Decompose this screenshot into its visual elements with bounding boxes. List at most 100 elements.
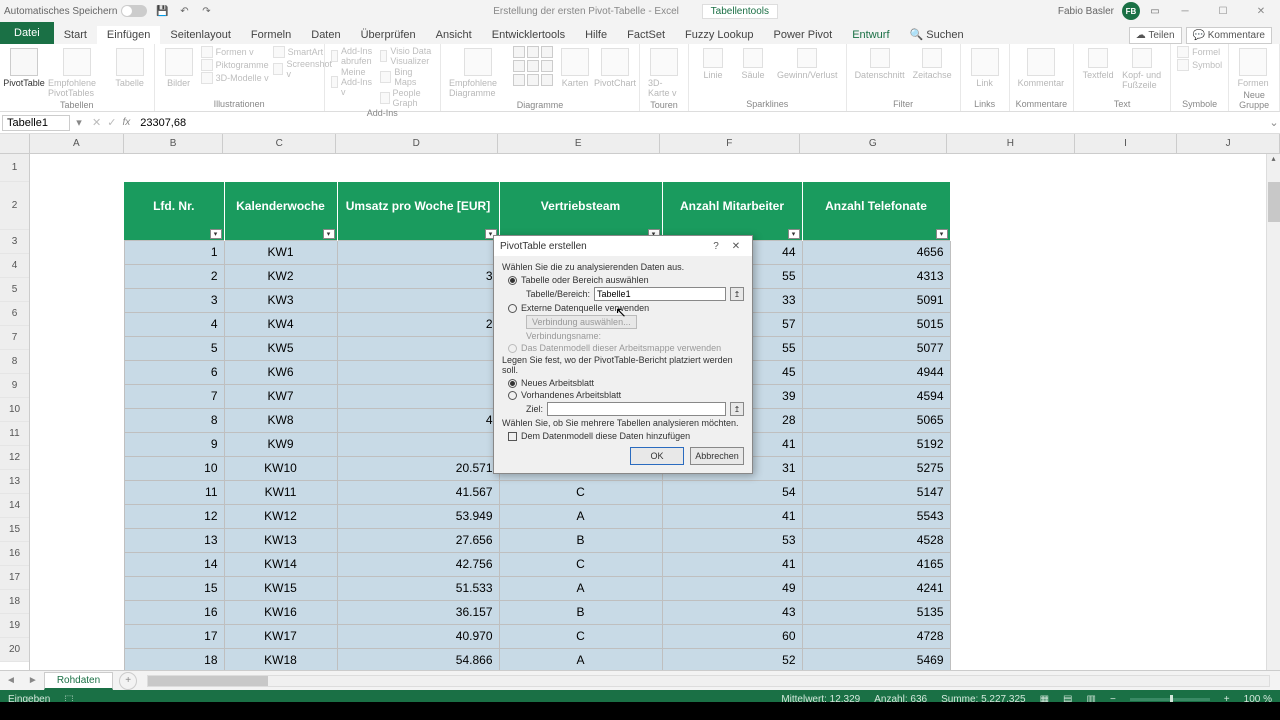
horizontal-scrollbar[interactable] (147, 675, 1270, 687)
tab-factset[interactable]: FactSet (617, 26, 675, 44)
row-header[interactable]: 9 (0, 374, 29, 398)
row-header[interactable]: 20 (0, 638, 29, 662)
row-header[interactable]: 1 (0, 154, 29, 182)
share-button[interactable]: ☁ Teilen (1129, 27, 1182, 44)
col-header[interactable]: E (498, 134, 660, 153)
people-graph-button[interactable]: People Graph (380, 88, 434, 108)
radio-external-source[interactable]: Externe Datenquelle verwenden (508, 303, 744, 313)
slicer-button[interactable]: Datenschnitt (853, 46, 907, 82)
table-row[interactable]: 16KW1636.157 B435135 (30, 600, 997, 624)
redo-icon[interactable]: ↷ (199, 4, 213, 18)
row-header[interactable]: 3 (0, 230, 29, 254)
maximize-button[interactable]: ☐ (1208, 1, 1238, 21)
textbox-button[interactable]: Textfeld (1080, 46, 1116, 82)
row-header[interactable]: 18 (0, 590, 29, 614)
cancel-button[interactable]: Abbrechen (690, 447, 744, 465)
formula-expand-icon[interactable]: ⌄ (1268, 116, 1280, 129)
radio-new-sheet[interactable]: Neues Arbeitsblatt (508, 378, 744, 388)
filter-button[interactable]: ▾ (210, 229, 222, 239)
tab-start[interactable]: Start (54, 26, 97, 44)
table-row[interactable]: 11KW1141.567 C545147 (30, 480, 997, 504)
pictures-button[interactable]: Bilder (161, 46, 197, 90)
tab-fuzzy[interactable]: Fuzzy Lookup (675, 26, 763, 44)
shapes-button[interactable]: Formen v (201, 46, 269, 58)
chart-type-icon[interactable] (513, 46, 525, 58)
screenshot-button[interactable]: Screenshot v (273, 59, 334, 79)
row-header[interactable]: 8 (0, 350, 29, 374)
tab-ansicht[interactable]: Ansicht (426, 26, 482, 44)
pivottable-button[interactable]: PivotTable (6, 46, 42, 90)
row-header[interactable]: 6 (0, 302, 29, 326)
table-row[interactable]: 14KW1442.756 C414165 (30, 552, 997, 576)
col-header[interactable]: H (947, 134, 1075, 153)
fx-icon[interactable]: fx (122, 117, 130, 128)
row-header[interactable]: 17 (0, 566, 29, 590)
table-button[interactable]: Tabelle (112, 46, 148, 90)
radio-table-range[interactable]: Tabelle oder Bereich auswählen (508, 275, 744, 285)
search-tab[interactable]: 🔍 Suchen (900, 25, 974, 44)
recommended-pivot-button[interactable]: Empfohlene PivotTables (46, 46, 108, 100)
tab-seitenlayout[interactable]: Seitenlayout (160, 26, 241, 44)
add-sheet-button[interactable]: + (119, 672, 137, 690)
tab-daten[interactable]: Daten (301, 26, 350, 44)
tab-entwicklertools[interactable]: Entwicklertools (482, 26, 575, 44)
user-avatar[interactable]: FB (1122, 2, 1140, 20)
save-icon[interactable]: 💾 (155, 4, 169, 18)
table-row[interactable]: 15KW1551.533 A494241 (30, 576, 997, 600)
chart-type-icon[interactable] (513, 74, 525, 86)
row-header[interactable]: 4 (0, 254, 29, 278)
table-row[interactable]: 18KW1854.866 A525469 (30, 648, 997, 670)
bing-maps-button[interactable]: Bing Maps (380, 67, 434, 87)
row-header[interactable]: 11 (0, 422, 29, 446)
tab-einfugen[interactable]: Einfügen (97, 26, 160, 44)
col-header[interactable]: D (336, 134, 497, 153)
vertical-scrollbar[interactable]: ▴ (1266, 154, 1280, 670)
row-header[interactable]: 13 (0, 470, 29, 494)
chart-type-icon[interactable] (541, 46, 553, 58)
minimize-button[interactable]: ─ (1170, 1, 1200, 21)
row-header[interactable]: 16 (0, 542, 29, 566)
table-range-input[interactable] (594, 287, 726, 301)
location-input[interactable] (547, 402, 726, 416)
chart-type-icon[interactable] (527, 74, 539, 86)
dialog-close-button[interactable]: ✕ (726, 237, 746, 255)
timeline-button[interactable]: Zeitachse (911, 46, 954, 82)
maps-button[interactable]: Karten (557, 46, 593, 90)
name-box-dropdown[interactable]: ▾ (72, 116, 86, 129)
tab-powerpivot[interactable]: Power Pivot (764, 26, 843, 44)
ribbon-options-icon[interactable]: ▭ (1148, 4, 1162, 18)
col-header[interactable]: I (1075, 134, 1178, 153)
undo-icon[interactable]: ↶ (177, 4, 191, 18)
tool-tab[interactable]: Tabellentools (702, 4, 778, 19)
col-header[interactable]: A (30, 134, 124, 153)
chart-type-icon[interactable] (527, 46, 539, 58)
col-header[interactable]: J (1177, 134, 1280, 153)
symbol-button[interactable]: Symbol (1177, 59, 1222, 71)
zoom-slider[interactable] (1130, 698, 1210, 701)
tab-nav-next[interactable]: ► (22, 675, 44, 686)
sheet-tab[interactable]: Rohdaten (44, 672, 113, 690)
pivotchart-button[interactable]: PivotChart (597, 46, 633, 90)
filter-button[interactable]: ▾ (936, 229, 948, 239)
tab-formeln[interactable]: Formeln (241, 26, 301, 44)
my-addins-button[interactable]: Meine Add-Ins v (331, 67, 377, 97)
shapes-new-button[interactable]: Formen (1235, 46, 1271, 90)
radio-existing-sheet[interactable]: Vorhandenes Arbeitsblatt (508, 390, 744, 400)
col-header[interactable]: F (660, 134, 800, 153)
3d-models-button[interactable]: 3D-Modelle v (201, 72, 269, 84)
range-selector-button[interactable]: ↥ (730, 287, 744, 301)
sparkline-line-button[interactable]: Linie (695, 46, 731, 82)
link-button[interactable]: Link (967, 46, 1003, 90)
row-header[interactable]: 7 (0, 326, 29, 350)
visio-button[interactable]: Visio Data Visualizer (380, 46, 434, 66)
row-header[interactable]: 19 (0, 614, 29, 638)
tab-uberprufen[interactable]: Überprüfen (351, 26, 426, 44)
enter-formula-icon[interactable]: ✓ (107, 116, 116, 129)
select-all-button[interactable] (0, 134, 29, 154)
formula-input[interactable]: 23307,68 (136, 117, 1268, 129)
smartart-button[interactable]: SmartArt (273, 46, 334, 58)
get-addins-button[interactable]: Add-Ins abrufen (331, 46, 377, 66)
equation-button[interactable]: Formel (1177, 46, 1222, 58)
row-header[interactable]: 5 (0, 278, 29, 302)
table-row[interactable]: 17KW1740.970 C604728 (30, 624, 997, 648)
